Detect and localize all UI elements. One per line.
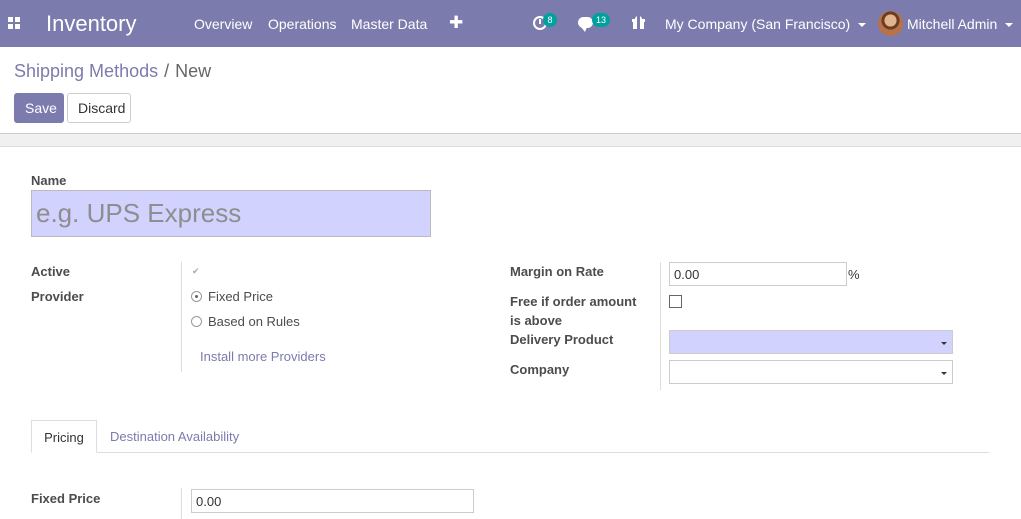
menu-overview[interactable]: Overview: [194, 16, 252, 32]
user-menu[interactable]: Mitchell Admin: [907, 16, 1014, 32]
fixed-price-label: Fixed Price: [31, 491, 101, 506]
free-checkbox[interactable]: [669, 295, 682, 308]
radio-fixed-price[interactable]: [191, 291, 202, 302]
menu-operations[interactable]: Operations: [268, 16, 336, 32]
company-name: My Company (San Francisco): [665, 16, 851, 32]
menu-master-data[interactable]: Master Data: [351, 16, 427, 32]
user-name: Mitchell Admin: [907, 16, 998, 32]
breadcrumb-separator: /: [164, 61, 170, 81]
name-label: Name: [31, 173, 67, 188]
delivery-product-select[interactable]: [669, 330, 953, 354]
save-button[interactable]: Save: [14, 93, 64, 123]
messages-badge: 13: [592, 13, 611, 27]
right-group-divider: [660, 262, 661, 390]
tab-destination-availability[interactable]: Destination Availability: [110, 420, 239, 453]
active-checkbox[interactable]: ✔: [192, 267, 201, 276]
active-label: Active: [31, 264, 71, 279]
caret-down-icon: [941, 372, 947, 375]
top-navbar: Inventory Overview Operations Master Dat…: [0, 0, 1021, 47]
app-title[interactable]: Inventory: [46, 11, 137, 37]
margin-unit: %: [848, 267, 860, 282]
delivery-product-label: Delivery Product: [510, 332, 614, 347]
left-group-divider: [181, 262, 182, 372]
chevron-down-icon: [1005, 23, 1014, 28]
radio-fixed-price-label[interactable]: Fixed Price: [208, 289, 273, 304]
provider-label: Provider: [31, 289, 84, 304]
plus-icon[interactable]: ✚: [449, 13, 463, 33]
company-switcher[interactable]: My Company (San Francisco): [665, 16, 867, 32]
margin-label: Margin on Rate: [510, 264, 604, 279]
discard-button[interactable]: Discard: [67, 93, 131, 123]
install-providers-link[interactable]: Install more Providers: [200, 349, 326, 364]
breadcrumb: Shipping Methods / New: [14, 61, 211, 82]
avatar[interactable]: [878, 11, 903, 36]
radio-based-on-rules[interactable]: [191, 316, 202, 327]
gift-icon[interactable]: [632, 16, 645, 29]
activity-badge: 8: [543, 13, 557, 27]
messages-icon[interactable]: [578, 17, 593, 32]
radio-based-on-rules-label[interactable]: Based on Rules: [208, 314, 300, 329]
margin-input[interactable]: [669, 262, 847, 286]
free-label-line1: Free if order amount: [510, 294, 637, 309]
chevron-down-icon: [858, 23, 867, 28]
free-label-line2: is above: [510, 313, 563, 328]
fixed-price-input[interactable]: [191, 489, 474, 513]
sheet-header-bar: [0, 133, 1021, 147]
apps-menu-icon[interactable]: [8, 17, 20, 29]
company-label: Company: [510, 362, 570, 377]
tab-pricing[interactable]: Pricing: [31, 420, 97, 453]
breadcrumb-parent[interactable]: Shipping Methods: [14, 61, 158, 81]
breadcrumb-current: New: [175, 61, 212, 81]
company-select[interactable]: [669, 360, 953, 384]
caret-down-icon: [941, 342, 947, 345]
name-input[interactable]: [31, 190, 431, 237]
pricing-divider: [181, 488, 182, 519]
